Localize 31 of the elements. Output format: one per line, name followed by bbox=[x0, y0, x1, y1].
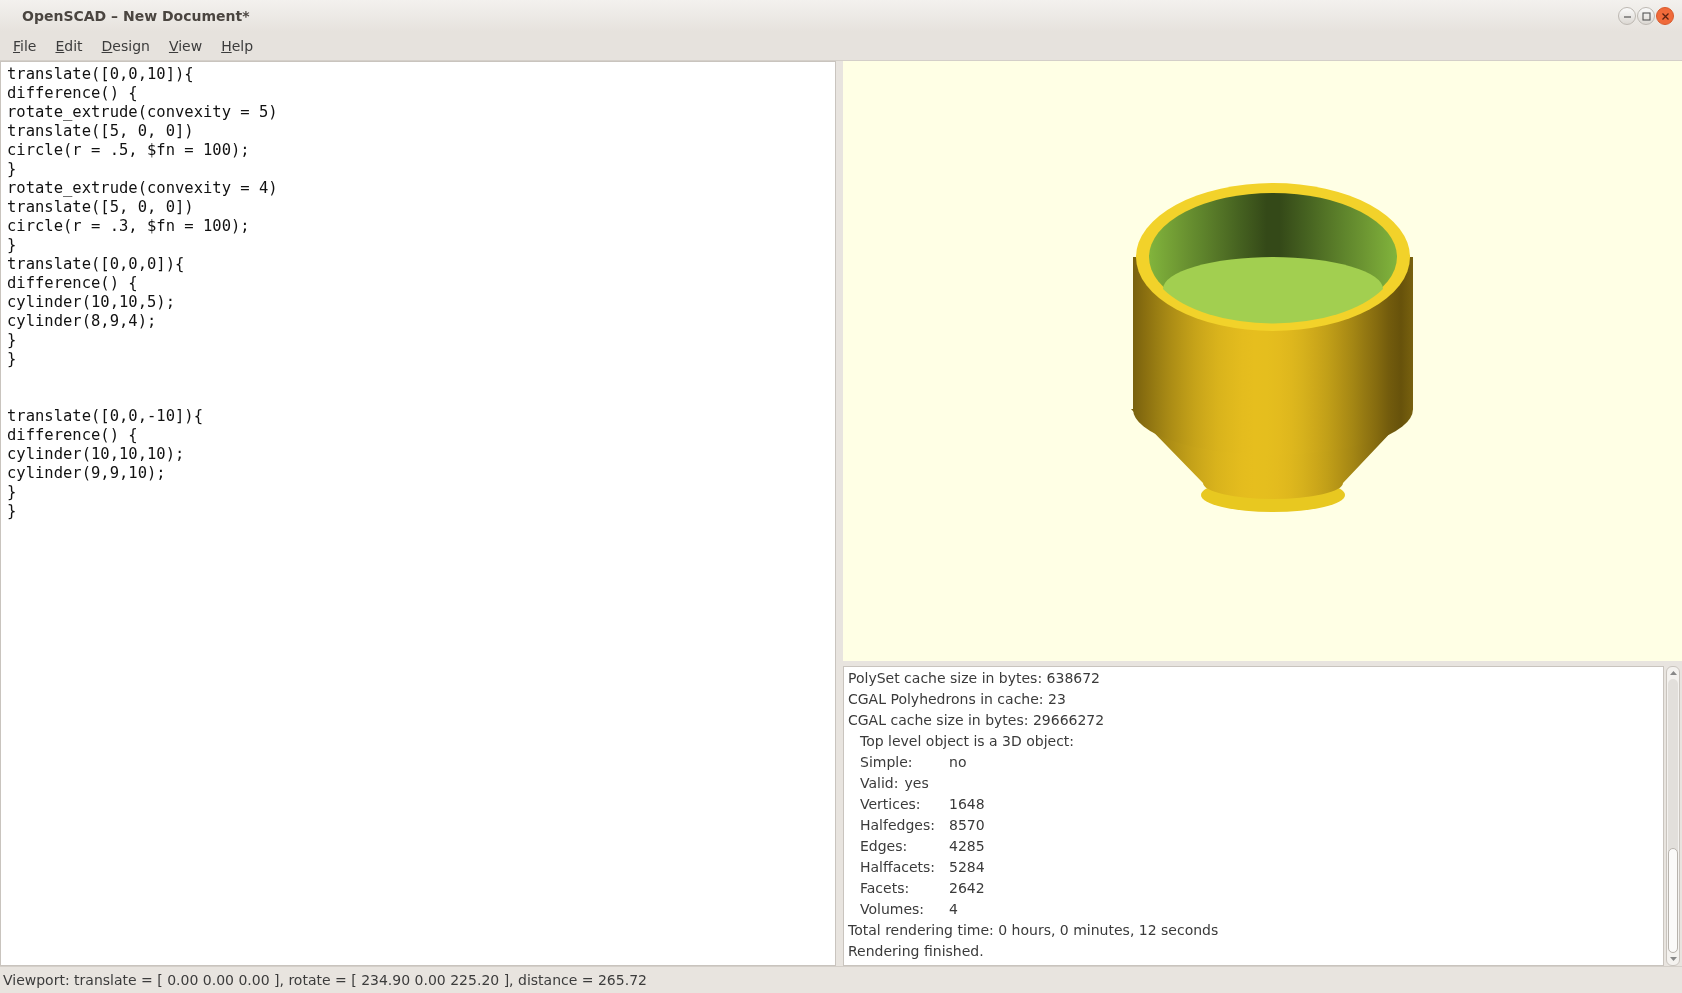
console-line: Rendering finished. bbox=[848, 942, 985, 961]
3d-viewport[interactable] bbox=[843, 61, 1682, 661]
console-line: Valid: yes bbox=[859, 774, 930, 793]
window-title: OpenSCAD – New Document* bbox=[22, 8, 250, 24]
maximize-icon bbox=[1641, 11, 1651, 21]
close-button[interactable] bbox=[1656, 7, 1674, 25]
console-line: Halffacets: 5284 bbox=[859, 858, 986, 877]
console-line: Vertices: 1648 bbox=[859, 795, 986, 814]
console-line: Facets: 2642 bbox=[859, 879, 986, 898]
scroll-down-icon bbox=[1668, 956, 1678, 962]
menu-item[interactable]: View bbox=[163, 35, 211, 57]
scrollbar-thumb[interactable] bbox=[1668, 848, 1678, 953]
minimize-button[interactable] bbox=[1618, 7, 1636, 25]
scrollbar[interactable] bbox=[1666, 666, 1680, 966]
console-line: PolySet cache size in bytes: 638672 bbox=[848, 669, 1102, 688]
console-line: Volumes: 4 bbox=[859, 900, 959, 919]
console-line: Simple: no bbox=[859, 753, 968, 772]
menu-item[interactable]: Edit bbox=[50, 35, 91, 57]
scroll-up-icon bbox=[1668, 670, 1678, 676]
console-line: Edges: 4285 bbox=[859, 837, 986, 856]
close-icon bbox=[1660, 11, 1670, 21]
menu-item[interactable]: Design bbox=[96, 35, 158, 57]
status-text: Viewport: translate = [ 0.00 0.00 0.00 ], rotate = [ 234.90 0.00 225.20 ], distance = 265.72 bbox=[3, 972, 647, 988]
code-text: translate([0,0,10]){ difference() { rotate_extrude(convexity = 5) translate([5, 0, 0]) circle(r = .5, $fn = 100); } rotate_extrude(convexity = 4) translate([5, 0, 0]) circle(r = .3, $fn = 100); } translate([0,0,0]){ difference() { cylinder(10,10,5); cylinder(8,9,4); } } translate([0,0,-10]){ difference() { cylinder(10,10,10); cylinder(9,9,10); } } bbox=[6, 64, 279, 522]
console-line: CGAL Polyhedrons in cache: 23 bbox=[848, 690, 1067, 709]
menu-item[interactable]: File bbox=[8, 35, 45, 57]
console-line: CGAL cache size in bytes: 29666272 bbox=[848, 711, 1106, 730]
console-line: Halfedges: 8570 bbox=[859, 816, 986, 835]
console-line: Total rendering time: 0 hours, 0 minutes, 12 seconds bbox=[848, 921, 1220, 940]
menu-item[interactable]: Help bbox=[216, 35, 262, 57]
console-line: Top level object is a 3D object: bbox=[859, 732, 1076, 751]
